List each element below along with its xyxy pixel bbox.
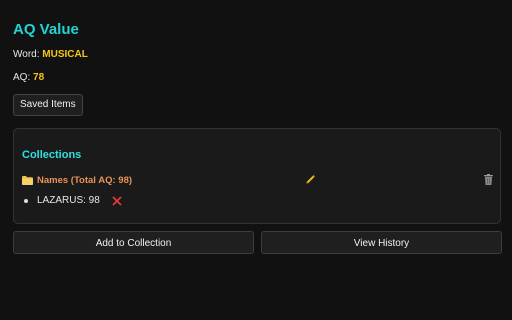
collections-heading: Collections: [22, 149, 82, 161]
page-title: AQ Value: [13, 21, 79, 38]
word-row: Word: MUSICAL: [13, 48, 88, 62]
entry-text: LAZARUS: 98: [37, 195, 100, 206]
aq-value: 78: [33, 72, 45, 83]
folder-icon: [22, 176, 33, 185]
collection-item: Names (Total AQ: 98): [22, 174, 493, 188]
bullet-icon: [24, 199, 28, 203]
trash-icon[interactable]: [484, 174, 493, 185]
collections-panel: Collections Names (Total AQ: 98) LAZARUS…: [13, 128, 501, 224]
add-to-collection-button[interactable]: Add to Collection: [13, 231, 254, 254]
saved-items-button[interactable]: Saved Items: [13, 94, 83, 116]
aq-label: AQ:: [13, 72, 31, 83]
pencil-icon[interactable]: [304, 174, 316, 186]
word-value: MUSICAL: [42, 49, 88, 60]
aq-calculator-page: AQ Value Word: MUSICAL AQ: 78 Saved Item…: [0, 0, 512, 320]
close-icon[interactable]: [112, 196, 122, 206]
aq-row: AQ: 78: [13, 71, 44, 85]
view-history-button[interactable]: View History: [261, 231, 502, 254]
collection-name[interactable]: Names (Total AQ: 98): [37, 174, 132, 188]
word-label: Word:: [13, 49, 40, 60]
